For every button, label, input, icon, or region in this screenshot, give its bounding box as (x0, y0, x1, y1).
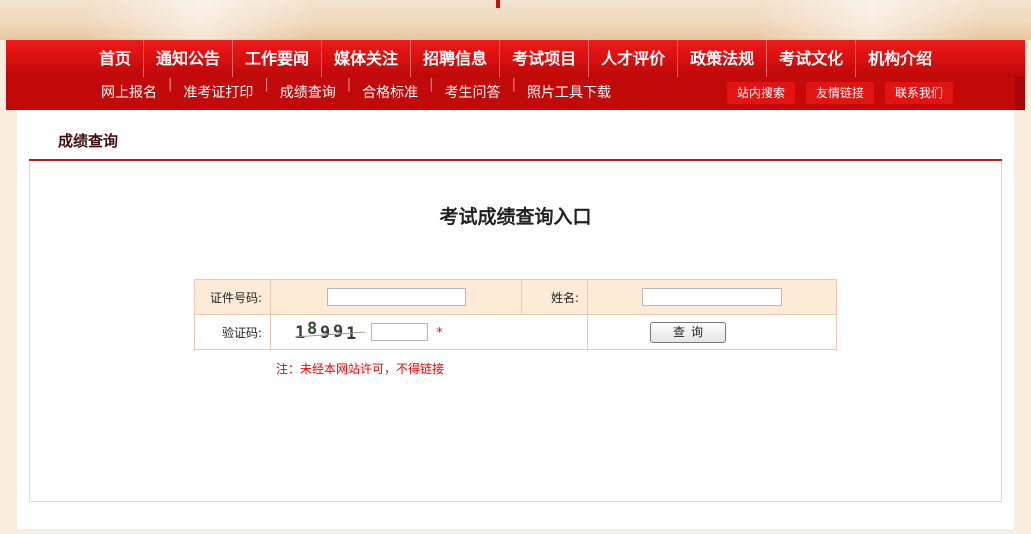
captcha-input[interactable] (370, 322, 428, 341)
nav-item[interactable]: 人才评价 (589, 40, 679, 77)
subnav-item[interactable]: 合格标准 (351, 77, 429, 110)
subnav-item[interactable]: 考生问答 (434, 77, 512, 110)
name-cell (587, 279, 837, 315)
nav-item[interactable]: 通知公告 (144, 40, 234, 77)
subnav-item[interactable]: 准考证打印 (172, 77, 264, 110)
nav-item[interactable]: 政策法规 (678, 40, 768, 77)
content-panel: 成绩查询 考试成绩查询入口 证件号码: 姓名: 验证码: 1 8 9 9 1 *… (17, 110, 1014, 529)
sub-nav: 网上报名 | 准考证打印 | 成绩查询 | 合格标准 | 考生问答 | 照片工具下载 站内搜索 友情链… (6, 77, 1025, 110)
banner-ornament (496, 0, 500, 8)
nav-item[interactable]: 考试项目 (500, 40, 590, 77)
banner-decoration (760, 0, 980, 40)
nav-item[interactable]: 考试文化 (767, 40, 857, 77)
id-number-input[interactable] (326, 288, 466, 306)
required-mark: * (436, 324, 443, 339)
query-button[interactable]: 查询 (650, 321, 726, 343)
id-label: 证件号码: (194, 279, 271, 315)
breadcrumb: 成绩查询 (58, 132, 119, 150)
page-title: 考试成绩查询入口 (439, 206, 592, 228)
id-cell (270, 279, 522, 315)
captcha-cell: 1 8 9 9 1 * (270, 314, 588, 350)
score-query-form: 证件号码: 姓名: 验证码: 1 8 9 9 1 * 查询 (194, 279, 837, 350)
subnav-item[interactable]: 网上报名 (90, 77, 168, 110)
nav-item[interactable]: 工作要闻 (233, 40, 323, 77)
nav-item[interactable]: 招聘信息 (411, 40, 501, 77)
captcha-image[interactable]: 1 8 9 9 1 (295, 319, 367, 344)
subnav-button[interactable]: 联系我们 (885, 82, 954, 104)
subnav-item[interactable]: 照片工具下载 (516, 77, 622, 110)
name-input[interactable] (642, 288, 782, 306)
link-notice: 注：未经本网站许可，不得链接 (276, 362, 445, 376)
banner-decoration (90, 0, 310, 40)
name-label: 姓名: (521, 279, 588, 315)
nav-item[interactable]: 首页 (87, 40, 145, 77)
header-banner (0, 0, 1031, 40)
subnav-button[interactable]: 友情链接 (806, 82, 875, 104)
nav-item[interactable]: 媒体关注 (322, 40, 412, 77)
main-nav: 首页 通知公告 工作要闻 媒体关注 招聘信息 考试项目 人才评价 政策法规 考试文化 机构介绍 (6, 40, 1025, 77)
subnav-item[interactable]: 成绩查询 (269, 77, 347, 110)
subnav-button[interactable]: 站内搜索 (727, 82, 796, 104)
nav-item[interactable]: 机构介绍 (856, 40, 944, 77)
captcha-label: 验证码: (194, 314, 271, 350)
query-button-cell: 查询 (587, 314, 837, 350)
